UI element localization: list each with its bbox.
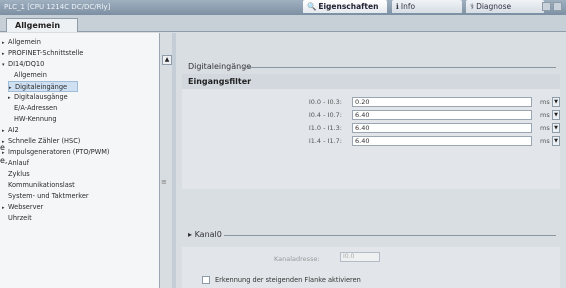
diagnostics-icon: ⚕ (470, 2, 475, 11)
main-tab-row: Allgemein (0, 15, 566, 32)
properties-content: Digitaleingänge Eingangsfilter I0.0 - I0… (176, 33, 566, 288)
channel-address-label: Kanaladresse: (274, 255, 320, 263)
filter-row: I0.4 - I0.7: 6.40 ms ▼ (182, 109, 560, 121)
chevron-down-icon[interactable]: ▼ (552, 97, 560, 107)
nav-item-taktmerker[interactable]: System- und Taktmerker (8, 191, 89, 202)
panel-title: Eingangsfilter (182, 74, 560, 89)
window-title: PLC_1 [CPU 1214C DC/DC/Rly] (4, 3, 111, 11)
filter-range-label: I0.4 - I0.7: (308, 111, 342, 119)
chevron-down-icon[interactable]: ▼ (552, 123, 560, 133)
close-icon[interactable] (553, 2, 562, 11)
title-bar: PLC_1 [CPU 1214C DC/DC/Rly] 🔍 Eigenschaf… (0, 0, 566, 15)
tab-info[interactable]: ℹ Info (392, 0, 462, 13)
nav-item-hw-kennung[interactable]: HW-Kennung (14, 114, 57, 125)
tab-allgemein[interactable]: Allgemein (6, 18, 78, 32)
filter-range-label: I1.4 - I1.7: (308, 137, 342, 145)
rising-edge-option[interactable]: Erkennung der steigenden Flanke aktivier… (202, 274, 361, 286)
window-controls (542, 2, 562, 11)
nav-item-webserver[interactable]: ▸ Webserver (2, 202, 43, 213)
filter-row: I0.0 - I0.3: 0.20 ms ▼ (182, 96, 560, 108)
filter-value-input[interactable]: 0.20 (352, 97, 532, 107)
cropped-edge-text: e, (0, 156, 8, 165)
filter-range-label: I1.0 - I1.3: (308, 124, 342, 132)
splitter-grip-icon[interactable]: ≡ (161, 178, 167, 186)
nav-item-di14dq10[interactable]: ▾ DI14/DQ10 (2, 59, 44, 70)
kanal-panel: Kanaladresse: I0.0 Erkennung der steigen… (182, 247, 560, 288)
nav-item-ai2[interactable]: ▸ AI2 (2, 125, 19, 136)
nav-item-profinet[interactable]: ▸ PROFINET-Schnittstelle (2, 48, 83, 59)
nav-item-di14dq10-allgemein[interactable]: Allgemein (14, 70, 47, 81)
kanal-section-title[interactable]: ▸ Kanal0 (188, 230, 222, 239)
filter-range-label: I0.0 - I0.3: (308, 98, 342, 106)
rising-edge-label: Erkennung der steigenden Flanke aktivier… (215, 276, 361, 284)
filter-row: I1.4 - I1.7: 6.40 ms ▼ (182, 135, 560, 147)
rising-edge-checkbox[interactable] (202, 276, 210, 284)
nav-item-anlauf[interactable]: Anlauf (8, 158, 29, 169)
nav-item-kommunikationslast[interactable]: Kommunikationslast (8, 180, 75, 191)
nav-item-uhrzeit[interactable]: Uhrzeit (8, 213, 32, 224)
filter-value-input[interactable]: 6.40 (352, 110, 532, 120)
properties-icon: 🔍 (307, 2, 317, 11)
chevron-down-icon[interactable]: ▼ (552, 136, 560, 146)
nav-item-ea-adressen[interactable]: E/A-Adressen (14, 103, 57, 114)
filter-unit: ms (540, 124, 550, 132)
tab-eigenschaften[interactable]: 🔍 Eigenschaften (303, 0, 387, 13)
info-icon: ℹ (396, 2, 399, 11)
navigation-tree: ▸ Allgemein ▸ PROFINET-Schnittstelle ▾ DI14… (0, 33, 160, 288)
scroll-up-button[interactable]: ▲ (162, 55, 172, 65)
kanal-divider (224, 235, 556, 236)
tab-eigenschaften-label: Eigenschaften (318, 2, 379, 11)
nav-item-hsc[interactable]: ▸ Schnelle Zähler (HSC) (2, 136, 80, 147)
nav-item-digitalausgaenge[interactable]: ▸ Digitalausgänge (8, 92, 68, 103)
filter-unit: ms (540, 137, 550, 145)
nav-item-allgemein[interactable]: ▸ Allgemein (2, 37, 41, 48)
filter-row: I1.0 - I1.3: 6.40 ms ▼ (182, 122, 560, 134)
minimize-icon[interactable] (542, 2, 551, 11)
tab-diagnose-label: Diagnose (476, 2, 512, 11)
nav-item-pto-pwm[interactable]: ▸ Impulsgeneratoren (PTO/PWM) (2, 147, 110, 158)
tab-info-label: Info (400, 2, 416, 11)
section-divider (242, 67, 556, 68)
nav-item-digitaleingaenge[interactable]: ▸ Digitaleingänge (8, 81, 78, 92)
channel-address-field: I0.0 (340, 252, 380, 262)
filter-value-input[interactable]: 6.40 (352, 136, 532, 146)
filter-unit: ms (540, 98, 550, 106)
chevron-down-icon[interactable]: ▼ (552, 110, 560, 120)
cropped-edge-text: e (0, 143, 5, 152)
input-filter-panel: Eingangsfilter I0.0 - I0.3: 0.20 ms ▼ I0… (182, 74, 560, 189)
filter-value-input[interactable]: 6.40 (352, 123, 532, 133)
tab-diagnose[interactable]: ⚕ Diagnose (466, 0, 544, 13)
nav-item-zyklus[interactable]: Zyklus (8, 169, 30, 180)
filter-unit: ms (540, 111, 550, 119)
